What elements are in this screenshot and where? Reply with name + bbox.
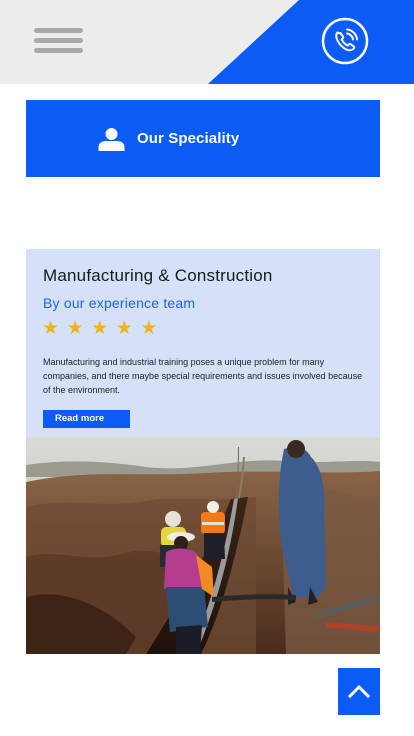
star-icon: ★ — [91, 318, 109, 339]
star-icon: ★ — [140, 318, 158, 339]
menu-bar — [34, 38, 83, 43]
star-icon: ★ — [115, 318, 133, 339]
our-speciality-banner: Our Speciality — [26, 100, 380, 177]
site-header — [0, 0, 414, 84]
read-more-button[interactable]: Read more — [43, 410, 130, 428]
scroll-to-top-button[interactable] — [338, 668, 380, 715]
star-rating: ★ ★ ★ ★ ★ — [42, 319, 165, 339]
service-title: Manufacturing & Construction — [43, 266, 273, 285]
construction-site-photo — [26, 437, 380, 654]
menu-bar — [34, 28, 83, 33]
star-icon: ★ — [42, 318, 60, 339]
chevron-up-icon — [347, 684, 371, 699]
construction-photo-illustration — [26, 437, 380, 654]
header-accent-shape — [208, 0, 414, 84]
phone-call-icon — [321, 17, 369, 65]
service-subtitle: By our experience team — [43, 295, 196, 311]
hamburger-menu-icon[interactable] — [34, 28, 84, 56]
user-icon — [98, 128, 125, 151]
service-description: Manufacturing and industrial training po… — [43, 357, 363, 395]
menu-bar — [34, 48, 83, 53]
star-icon: ★ — [66, 318, 84, 339]
service-card: Manufacturing & Construction By our expe… — [26, 249, 380, 437]
phone-call-button[interactable] — [321, 17, 369, 65]
speciality-label: Our Speciality — [137, 130, 240, 147]
